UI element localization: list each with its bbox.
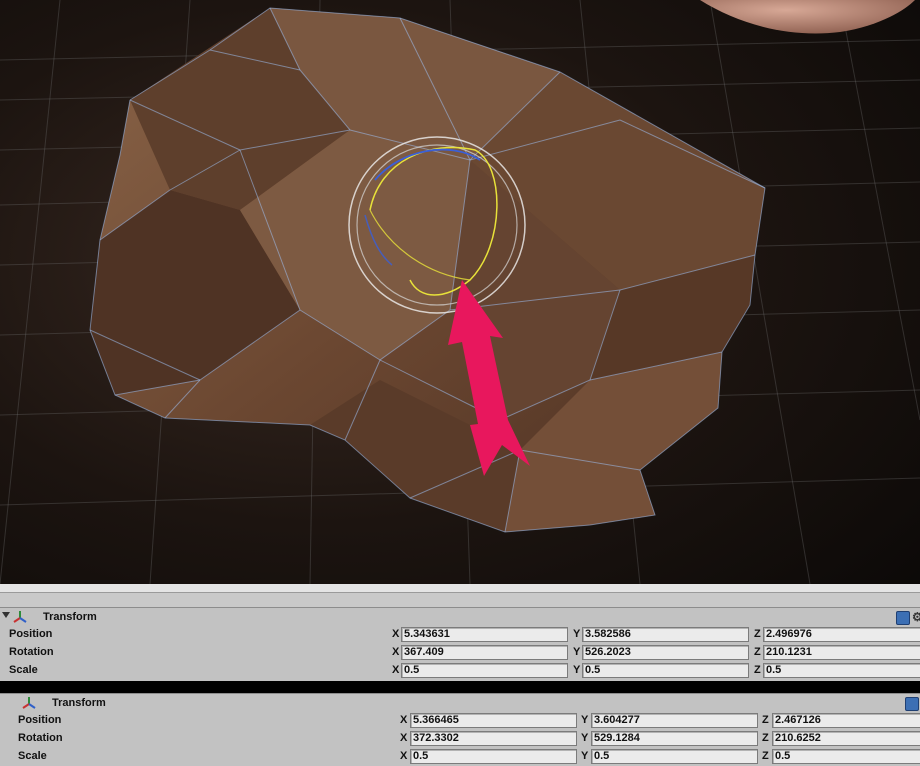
transform-header[interactable]: Transform ⚙ bbox=[0, 608, 920, 626]
rotation-label: Rotation bbox=[9, 646, 54, 658]
scale-label: Scale bbox=[9, 664, 38, 676]
rotation-x-field[interactable]: 367.409 bbox=[401, 645, 568, 660]
triangle-down-icon[interactable] bbox=[2, 612, 10, 618]
y-axis-label: Y bbox=[581, 750, 589, 762]
x-axis-label: X bbox=[400, 714, 408, 726]
y-axis-label: Y bbox=[573, 646, 581, 658]
component-title: Transform bbox=[52, 697, 106, 709]
position-label: Position bbox=[18, 714, 62, 726]
help-book-icon[interactable] bbox=[896, 611, 910, 625]
scene-canvas[interactable] bbox=[0, 0, 920, 584]
y-axis-label: Y bbox=[573, 664, 581, 676]
z-axis-label: Z bbox=[762, 714, 769, 726]
transform-panel-top: Transform ⚙ Position X 5.343631 Y 3.5825… bbox=[0, 607, 920, 682]
position-row: Position X 5.343631 Y 3.582586 Z 2.49697… bbox=[0, 626, 920, 644]
transform-axes-icon bbox=[22, 697, 36, 709]
scale-x-field[interactable]: 0.5 bbox=[401, 663, 568, 678]
position-z-field[interactable]: 2.467126 bbox=[772, 713, 920, 728]
z-axis-label: Z bbox=[762, 732, 769, 744]
position-x-field[interactable]: 5.366465 bbox=[410, 713, 577, 728]
gear-icon[interactable]: ⚙ bbox=[912, 611, 920, 623]
rotation-label: Rotation bbox=[18, 732, 63, 744]
help-book-icon[interactable] bbox=[905, 697, 919, 711]
x-axis-label: X bbox=[392, 646, 400, 658]
position-y-field[interactable]: 3.582586 bbox=[582, 627, 749, 642]
rotation-x-field[interactable]: 372.3302 bbox=[410, 731, 577, 746]
rotation-z-field[interactable]: 210.1231 bbox=[763, 645, 920, 660]
scale-label: Scale bbox=[18, 750, 47, 762]
y-axis-label: Y bbox=[581, 732, 589, 744]
tab-strip bbox=[0, 592, 920, 608]
transform-axes-icon bbox=[13, 611, 27, 623]
position-label: Position bbox=[9, 628, 53, 640]
rotation-row: Rotation X 367.409 Y 526.2023 Z 210.1231 bbox=[0, 644, 920, 662]
scale-z-field[interactable]: 0.5 bbox=[772, 749, 920, 764]
rotation-row: Rotation X 372.3302 Y 529.1284 Z 210.625… bbox=[9, 730, 920, 748]
position-row: Position X 5.366465 Y 3.604277 Z 2.46712… bbox=[9, 712, 920, 730]
panel-gap bbox=[0, 681, 920, 693]
y-axis-label: Y bbox=[581, 714, 589, 726]
x-axis-label: X bbox=[392, 664, 400, 676]
scale-row: Scale X 0.5 Y 0.5 Z 0.5 bbox=[0, 662, 920, 680]
transform-header[interactable]: Transform bbox=[9, 694, 920, 712]
rotation-y-field[interactable]: 529.1284 bbox=[591, 731, 758, 746]
y-axis-label: Y bbox=[573, 628, 581, 640]
x-axis-label: X bbox=[400, 750, 408, 762]
panel-separator bbox=[0, 584, 920, 592]
z-axis-label: Z bbox=[754, 628, 761, 640]
position-z-field[interactable]: 2.496976 bbox=[763, 627, 920, 642]
scale-z-field[interactable]: 0.5 bbox=[763, 663, 920, 678]
scale-y-field[interactable]: 0.5 bbox=[582, 663, 749, 678]
x-axis-label: X bbox=[400, 732, 408, 744]
transform-panel-bottom: Transform Position X 5.366465 Y 3.604277… bbox=[0, 693, 920, 766]
position-x-field[interactable]: 5.343631 bbox=[401, 627, 568, 642]
scale-row: Scale X 0.5 Y 0.5 Z 0.5 bbox=[9, 748, 920, 766]
rotation-y-field[interactable]: 526.2023 bbox=[582, 645, 749, 660]
component-title: Transform bbox=[43, 611, 97, 623]
z-axis-label: Z bbox=[762, 750, 769, 762]
z-axis-label: Z bbox=[754, 646, 761, 658]
scene-viewport[interactable] bbox=[0, 0, 920, 584]
position-y-field[interactable]: 3.604277 bbox=[591, 713, 758, 728]
x-axis-label: X bbox=[392, 628, 400, 640]
scale-y-field[interactable]: 0.5 bbox=[591, 749, 758, 764]
rotation-z-field[interactable]: 210.6252 bbox=[772, 731, 920, 746]
scale-x-field[interactable]: 0.5 bbox=[410, 749, 577, 764]
z-axis-label: Z bbox=[754, 664, 761, 676]
